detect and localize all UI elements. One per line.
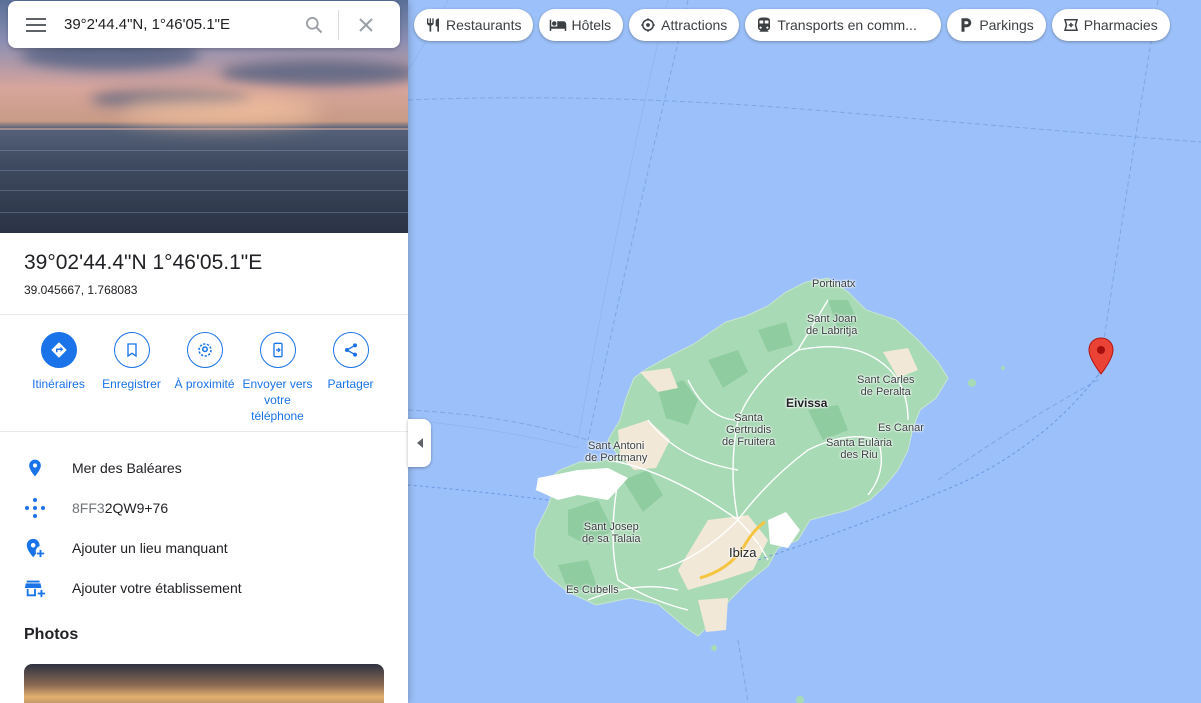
location-icon <box>0 457 72 479</box>
chip-restaurants[interactable]: Restaurants <box>414 9 534 41</box>
search-button[interactable] <box>290 1 338 48</box>
close-icon <box>358 17 373 32</box>
plus-code-row[interactable]: 8FF32QW9+76 <box>0 488 408 528</box>
map-label-sant-josep[interactable]: Sant Josep de sa Talaia <box>582 521 641 545</box>
map-label-sant-joan[interactable]: Sant Joan de Labritja <box>806 313 857 337</box>
region-name: Mer des Baléares <box>72 460 182 476</box>
chip-hotels[interactable]: Hôtels <box>539 9 624 41</box>
divider <box>0 431 408 432</box>
chip-label: Pharmacies <box>1083 17 1158 33</box>
place-panel: 39°02'44.4"N 1°46'05.1"E 39.045667, 1.76… <box>0 0 408 703</box>
map-label-ibiza[interactable]: Ibiza <box>729 546 756 559</box>
add-place-row[interactable]: Ajouter un lieu manquant <box>0 528 408 568</box>
transit-icon <box>755 16 773 34</box>
location-pin-icon[interactable] <box>1086 336 1116 376</box>
clear-button[interactable] <box>339 1 392 48</box>
pharmacy-icon <box>1062 16 1080 34</box>
map-label-santa-gertrudis[interactable]: Santa Gertrudis de Fruitera <box>722 412 775 448</box>
action-label: À proximité <box>174 377 235 391</box>
search-icon <box>306 16 323 33</box>
plus-code-rest: 2QW9+76 <box>104 500 169 516</box>
map-label-portinatx[interactable]: Portinatx <box>812 278 855 290</box>
add-location-icon <box>0 537 72 559</box>
photos-heading: Photos <box>24 626 79 643</box>
add-place-label: Ajouter un lieu manquant <box>72 540 228 556</box>
chip-parkings[interactable]: Parkings <box>947 9 1046 41</box>
parking-icon <box>957 16 975 34</box>
save-button[interactable]: Enregistrer <box>95 332 168 424</box>
add-business-label: Ajouter votre établissement <box>72 580 242 596</box>
chip-attractions[interactable]: Attractions <box>629 9 740 41</box>
nearby-icon <box>186 332 223 368</box>
action-buttons: Itinéraires Enregistrer À proximité Envo… <box>22 332 387 424</box>
menu-icon <box>26 17 46 32</box>
action-label: Envoyer vers votre téléphone <box>242 377 313 423</box>
action-label: Itinéraires <box>32 377 85 391</box>
map-canvas[interactable]: Portinatx Sant Joan de Labritja Sant Car… <box>408 0 1201 703</box>
directions-button[interactable]: Itinéraires <box>22 332 95 424</box>
chip-label: Restaurants <box>446 17 522 33</box>
nearby-button[interactable]: À proximité <box>168 332 241 424</box>
chip-pharmacies[interactable]: Pharmacies <box>1051 9 1170 41</box>
chip-label: Parkings <box>979 17 1034 33</box>
attractions-icon <box>639 16 657 34</box>
menu-button[interactable] <box>8 1 64 48</box>
map-label-es-cubells[interactable]: Es Cubells <box>566 584 619 596</box>
share-button[interactable]: Partager <box>314 332 387 424</box>
add-business-icon <box>0 577 72 599</box>
decimal-coordinates: 39.045667, 1.768083 <box>24 283 138 297</box>
place-title: 39°02'44.4"N 1°46'05.1"E <box>24 251 263 274</box>
map-label-santa-eularia[interactable]: Santa Eulària des Riu <box>826 437 892 461</box>
directions-icon <box>40 332 77 368</box>
map-label-es-canar[interactable]: Es Canar <box>878 422 924 434</box>
send-to-phone-icon <box>259 332 296 368</box>
photo-thumbnail[interactable] <box>24 664 384 703</box>
chevron-left-icon <box>416 438 423 448</box>
map-label-eivissa[interactable]: Eivissa <box>786 397 827 409</box>
region-row[interactable]: Mer des Baléares <box>0 448 408 488</box>
hotel-icon <box>549 16 567 34</box>
chip-transit[interactable]: Transports en comm... <box>745 9 942 41</box>
add-business-row[interactable]: Ajouter votre établissement <box>0 568 408 608</box>
bookmark-icon <box>113 332 150 368</box>
action-label: Partager <box>327 377 374 391</box>
plus-code: 8FF32QW9+76 <box>72 500 168 516</box>
share-icon <box>332 332 369 368</box>
chip-label: Transports en comm... <box>777 17 917 33</box>
restaurant-icon <box>424 16 442 34</box>
chip-label: Hôtels <box>571 17 612 33</box>
map-label-sant-carles[interactable]: Sant Carles de Peralta <box>857 374 914 398</box>
map-base <box>408 0 1201 703</box>
search-box <box>8 1 400 48</box>
category-chips: Restaurants Hôtels Attractions Transport… <box>414 9 1170 41</box>
chip-label: Attractions <box>661 17 728 33</box>
send-to-phone-button[interactable]: Envoyer vers votre téléphone <box>241 332 314 424</box>
divider <box>0 314 408 315</box>
action-label: Enregistrer <box>102 377 161 391</box>
plus-code-prefix: 8FF3 <box>72 500 105 516</box>
map-label-sant-antoni[interactable]: Sant Antoni de Portmany <box>585 440 647 464</box>
search-input[interactable] <box>64 16 290 33</box>
collapse-panel-button[interactable] <box>408 419 431 467</box>
plus-code-icon <box>0 496 72 520</box>
